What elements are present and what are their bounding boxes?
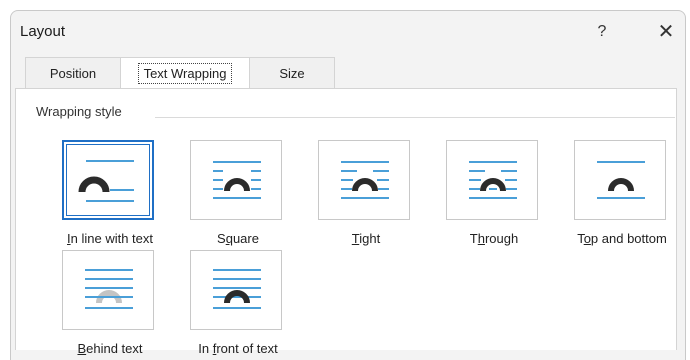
in-line-with-text-icon	[78, 160, 134, 202]
wrap-option-behind-text-thumb	[62, 250, 154, 330]
wrap-option-square-thumb	[190, 140, 282, 220]
help-button[interactable]: ?	[589, 19, 615, 45]
square-wrap-icon	[213, 161, 261, 199]
tab-text-wrapping[interactable]: Text Wrapping	[120, 57, 250, 89]
tight-wrap-icon	[341, 161, 389, 199]
title-bar: Layout ? ✕	[11, 11, 685, 55]
wrap-option-in-front-of-text-thumb	[190, 250, 282, 330]
tab-size-label: Size	[279, 66, 305, 81]
tab-position-label: Position	[49, 66, 97, 81]
top-and-bottom-icon	[597, 161, 645, 199]
dialog-title: Layout	[20, 23, 66, 40]
behind-text-icon	[85, 269, 133, 309]
tab-strip: Position Text Wrapping Size	[15, 57, 675, 89]
wrap-option-tight-thumb	[318, 140, 410, 220]
wrapping-style-divider	[155, 117, 675, 118]
wrap-option-label: Top and bottom	[577, 231, 667, 246]
tab-position[interactable]: Position	[25, 57, 121, 89]
wrap-option-through-thumb	[446, 140, 538, 220]
close-button[interactable]: ✕	[653, 19, 679, 45]
in-front-of-text-icon	[213, 269, 261, 309]
wrapping-style-label: Wrapping style	[36, 104, 130, 119]
through-wrap-icon	[469, 161, 517, 199]
wrap-option-top-and-bottom-thumb	[574, 140, 666, 220]
wrap-option-in-line-with-text-thumb	[62, 140, 154, 220]
tab-text-wrapping-label: Text Wrapping	[137, 63, 233, 84]
wrap-option-label: In front of text	[198, 341, 278, 356]
tab-size[interactable]: Size	[249, 57, 335, 89]
